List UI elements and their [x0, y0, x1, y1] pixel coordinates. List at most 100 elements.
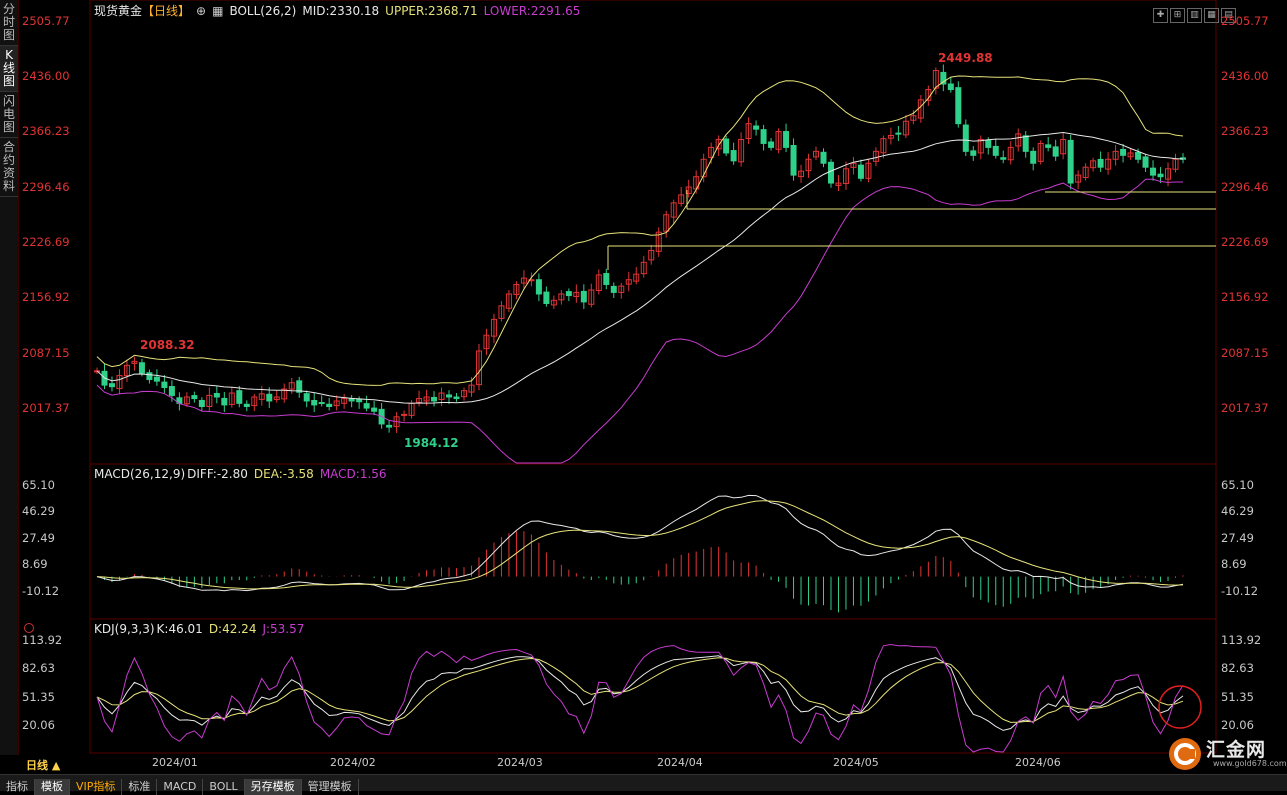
candle-body [356, 399, 363, 403]
kdj-axis-label: 20.06 [1221, 718, 1254, 732]
boll-mid-line [96, 131, 1184, 404]
candle-body [985, 139, 992, 148]
candle-body [955, 87, 962, 125]
tab-manage-templates[interactable]: 管理模板 [302, 779, 359, 795]
tab-boll[interactable]: BOLL [203, 779, 245, 795]
candle-body [1030, 150, 1037, 164]
macd-diff: DIFF:-2.80 [187, 467, 248, 481]
kdj-name: KDJ(9,3,3) [94, 622, 155, 636]
price-axis-label: 2087.15 [1221, 346, 1269, 360]
candle-body [363, 403, 370, 409]
settings-icon[interactable]: ⊕ [196, 4, 206, 18]
macd-axis-label: 46.29 [22, 504, 55, 518]
price-axis-label: 2296.46 [1221, 180, 1269, 194]
zoom-icon[interactable]: ⊞ [1170, 8, 1185, 23]
candle-body [168, 386, 175, 396]
candle-body [543, 291, 550, 304]
price-axis-label: 2156.92 [1221, 290, 1269, 304]
candle-body [610, 285, 617, 293]
price-axis-label: 2366.23 [22, 124, 70, 138]
candle-body [191, 395, 198, 400]
candle-body [1142, 156, 1149, 168]
price-axis-label: 2156.92 [22, 290, 70, 304]
macd-axis-label: 8.69 [22, 557, 48, 571]
layout-icon[interactable]: ▥ [1187, 8, 1202, 23]
kdj-axis-label: 51.35 [1221, 690, 1254, 704]
date-label: 2024/05 [833, 756, 879, 769]
kdj-axis-label: 20.06 [22, 718, 55, 732]
tab-save-template[interactable]: 另存模板 [244, 779, 302, 795]
candle-body [1157, 173, 1164, 178]
price-axis-label: 2505.77 [22, 14, 70, 28]
price-axis-label: 2366.23 [1221, 124, 1269, 138]
candle-body [820, 151, 827, 164]
brand-url: www.gold678.com [1213, 759, 1287, 768]
candle-body [970, 150, 977, 156]
candle-body [213, 393, 220, 398]
price-axis-label: 2226.69 [22, 235, 70, 249]
candle-body [730, 150, 737, 162]
candle-body [1150, 167, 1157, 176]
prior-high-label: 2088.32 [140, 338, 195, 352]
macd-diff-line [96, 494, 1184, 592]
price-axis-label: 2436.00 [1221, 69, 1269, 83]
period-badge[interactable]: 日线 ▲ [26, 757, 60, 773]
grid-icon[interactable]: ▦ [1204, 8, 1219, 23]
boll-lower: LOWER:2291.65 [483, 4, 581, 18]
candle-body [318, 402, 325, 405]
candle-body [386, 424, 393, 428]
candle-body [565, 291, 572, 297]
candle-body [603, 273, 610, 285]
candle-body [760, 129, 767, 144]
candle-body [236, 390, 243, 404]
date-label: 2024/04 [657, 756, 703, 769]
candle-body [992, 145, 999, 156]
price-axis-label: 2436.00 [22, 69, 70, 83]
brand-name: 汇金网 [1206, 739, 1267, 761]
kdj-d: D:42.24 [208, 622, 257, 636]
candle-body [1045, 144, 1052, 148]
price-axis-label: 2017.37 [22, 401, 70, 415]
price-high-label: 2449.88 [938, 51, 993, 65]
date-label: 2024/06 [1015, 756, 1061, 769]
candle-body [153, 376, 160, 382]
candle-body [453, 396, 460, 400]
tab-indicators[interactable]: 指标 [0, 779, 35, 795]
candle-body [221, 397, 228, 406]
indicator-icon: ▦ [212, 4, 224, 18]
candle-body [146, 372, 153, 381]
macd-name: MACD(26,12,9) [94, 467, 186, 481]
candle-body [783, 131, 790, 148]
macd-axis-label: 27.49 [1221, 531, 1254, 545]
tab-macd[interactable]: MACD [157, 779, 204, 795]
macd-axis-label: -10.12 [22, 584, 60, 598]
macd-dea: DEA:-3.58 [253, 467, 314, 481]
macd-axis-label: 8.69 [1221, 557, 1247, 571]
candle-body [723, 138, 730, 154]
macd-value: MACD:1.56 [319, 467, 387, 481]
kdj-settings-icon[interactable] [24, 623, 34, 633]
boll-name: BOLL(26,2) [229, 4, 297, 18]
price-axis-label: 2017.37 [1221, 401, 1269, 415]
brand-logo-icon [1169, 738, 1201, 770]
kdj-k-line [96, 655, 1184, 731]
macd-axis-label: -10.12 [1221, 584, 1259, 598]
chart-canvas[interactable]: 2449.88 1984.12 2088.32 [0, 0, 1287, 790]
price-axis-label: 2505.77 [1221, 14, 1269, 28]
macd-header: MACD(26,12,9) DIFF:-2.80 DEA:-3.58 MACD:1.5… [94, 467, 393, 481]
candle-body [303, 393, 310, 402]
kdj-axis-label: 82.63 [1221, 661, 1254, 675]
macd-axis-label: 65.10 [1221, 478, 1254, 492]
candle-body [198, 399, 205, 408]
tab-standard[interactable]: 标准 [122, 779, 158, 795]
candle-body [1000, 157, 1007, 160]
bottom-tab-bar: 指标 模板 VIP指标 标准 MACD BOLL 另存模板 管理模板 [0, 774, 1287, 795]
candle-body [1097, 158, 1104, 168]
crosshair-icon[interactable]: ✚ [1153, 8, 1168, 23]
tab-templates[interactable]: 模板 [35, 779, 70, 795]
candle-body [371, 407, 378, 412]
tab-vip-indicators[interactable]: VIP指标 [70, 779, 123, 795]
candle-body [446, 394, 453, 398]
kdj-j: J:53.57 [262, 622, 305, 636]
candle-body [895, 132, 902, 135]
